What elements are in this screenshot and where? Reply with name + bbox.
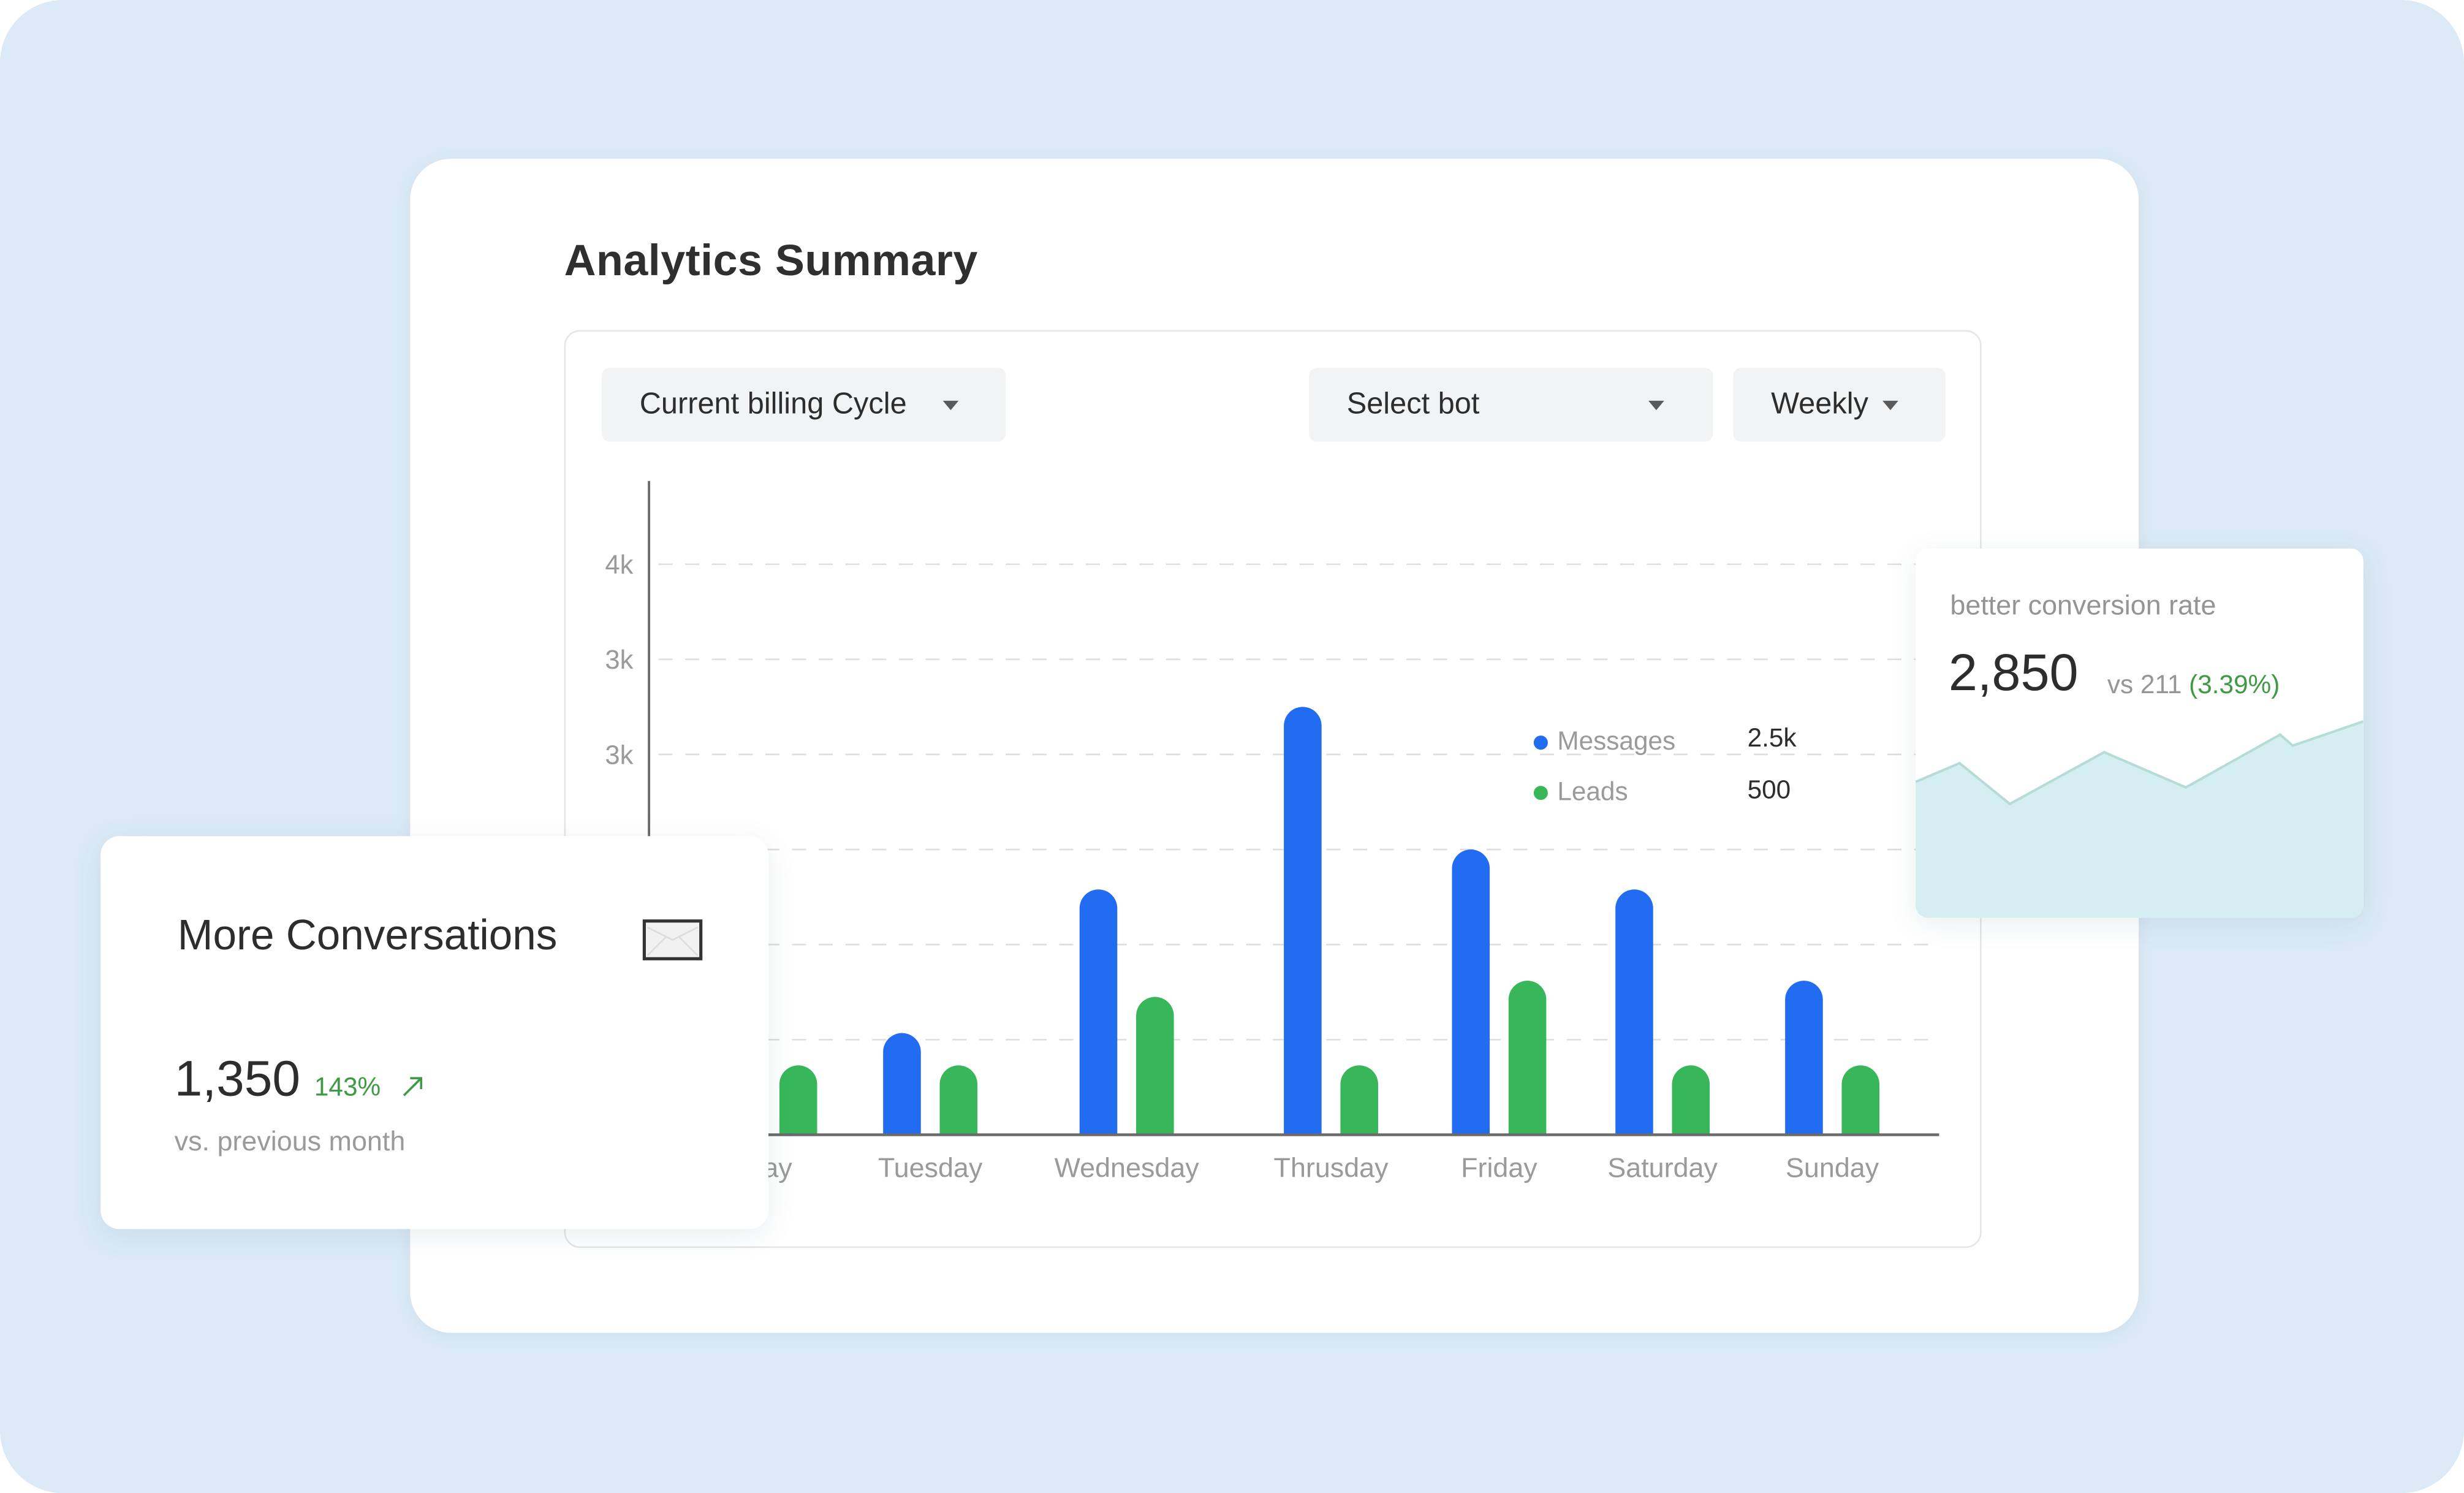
card-title: More Conversations <box>177 911 558 959</box>
bar-messages-thrusday <box>1284 707 1322 1135</box>
y-tick-label: 3k <box>605 740 633 770</box>
conversations-value: 1,350 <box>174 1050 301 1107</box>
legend-label: Leads <box>1557 777 1628 806</box>
bar-messages-wednesday <box>1079 889 1118 1135</box>
x-tick-label: Tuesday <box>878 1152 983 1183</box>
bar-leads-thrusday <box>1340 1065 1378 1135</box>
conversion-rate-card: better conversion rate 2,850 vs 211 (3.3… <box>1916 548 2364 918</box>
x-tick-label: Thrusday <box>1274 1152 1389 1183</box>
x-tick-label: Friday <box>1461 1152 1537 1183</box>
messages-dot-icon <box>1533 734 1548 749</box>
conversations-change: 143% <box>314 1073 381 1102</box>
page-title: Analytics Summary <box>564 235 978 285</box>
bar-messages-sunday <box>1785 981 1823 1135</box>
conversion-change: (3.39%) <box>2189 671 2280 700</box>
bar-messages-saturday <box>1615 889 1653 1135</box>
leads-dot-icon <box>1533 784 1548 799</box>
y-tick-label: 4k <box>605 550 633 580</box>
bar-messages-tuesday <box>883 1033 921 1135</box>
legend-item-leads[interactable]: Leads <box>1533 775 1628 809</box>
bar-leads-wednesday <box>1136 997 1174 1135</box>
x-tick-label: Wednesday <box>1055 1152 1200 1183</box>
sparkline-area <box>1916 721 2364 918</box>
conversion-comparison: vs 211 (3.39%) <box>2107 671 2280 701</box>
legend-item-messages[interactable]: Messages <box>1533 724 1676 759</box>
comparison-label: vs. previous month <box>174 1125 406 1157</box>
x-tick-label: Saturday <box>1607 1152 1718 1183</box>
stage: Analytics Summary Current billing Cycle … <box>0 0 2464 1493</box>
more-conversations-card: More Conversations 1,350 143% vs. previo… <box>100 836 768 1229</box>
bar-leads-sunday <box>1841 1065 1880 1135</box>
arrow-up-right-icon <box>403 1077 423 1096</box>
bar-messages-friday <box>1452 849 1490 1135</box>
x-tick-label: Sunday <box>1786 1152 1879 1183</box>
bar-leads-saturday <box>1672 1065 1710 1135</box>
conversion-value: 2,850 <box>1948 642 2079 701</box>
legend-value: 2.5k <box>1747 724 1797 753</box>
legend-label: Messages <box>1557 727 1676 756</box>
y-tick-label: 3k <box>605 645 633 675</box>
bar-leads-monday <box>779 1065 817 1135</box>
conversion-label: better conversion rate <box>1950 589 2216 621</box>
conversion-vs: vs 211 <box>2107 671 2182 700</box>
envelope-icon <box>642 919 703 960</box>
bar-leads-friday <box>1508 981 1547 1135</box>
legend-value: 500 <box>1747 776 1791 805</box>
bar-leads-tuesday <box>939 1065 978 1135</box>
